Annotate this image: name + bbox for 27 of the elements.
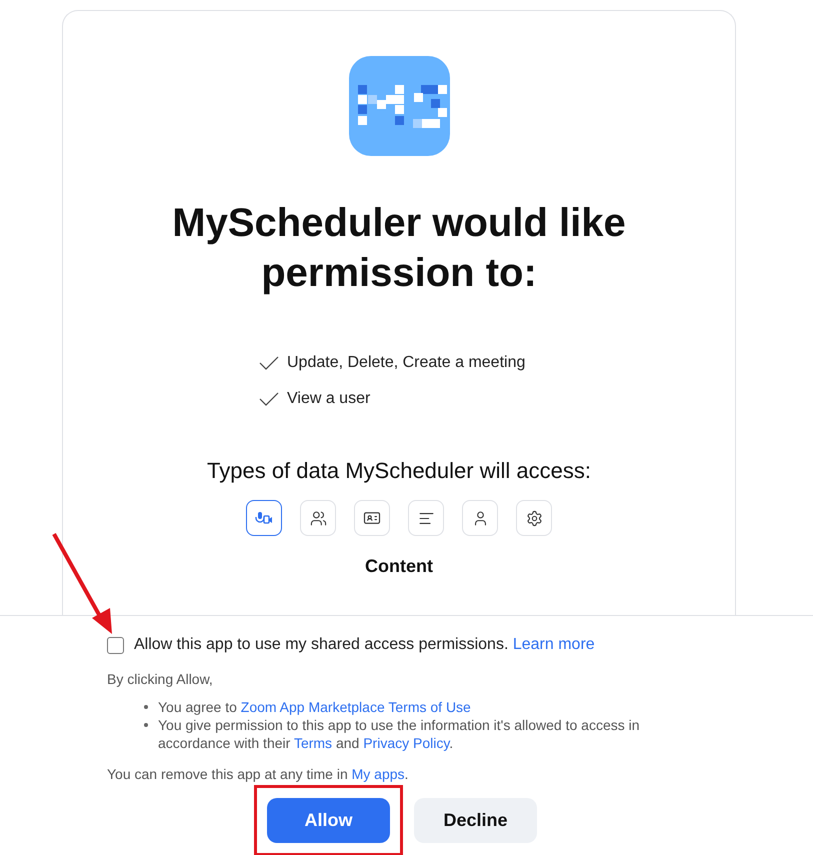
text-link[interactable]: Terms xyxy=(294,735,332,751)
text-link[interactable]: Privacy Policy xyxy=(363,735,450,751)
text-link[interactable]: Zoom App Marketplace Terms of Use xyxy=(240,699,471,715)
consent-text: Allow this app to use my shared access permissions. Learn more xyxy=(134,636,595,654)
intro-text: By clicking Allow, xyxy=(107,670,214,688)
learn-more-link[interactable]: Learn more xyxy=(512,636,595,653)
section-heading: Types of data MyScheduler will access: xyxy=(207,458,591,484)
bullet-text: You give permission to this app to use the information it's allowed to access in accordance with their Terms and Privacy Policy. xyxy=(158,716,641,752)
checkmark-icon xyxy=(259,356,279,370)
people-icon xyxy=(310,510,326,526)
video-audio-icon xyxy=(255,511,273,525)
page-title: MyScheduler would like permission to: xyxy=(171,200,627,297)
bullet-icon xyxy=(144,723,148,727)
removal-text: You can remove this app at any time in My apps. xyxy=(107,765,410,783)
bullet-text: You agree to Zoom App Marketplace Terms of Use xyxy=(158,698,471,716)
checkmark-icon xyxy=(259,392,279,406)
bullet-icon xyxy=(144,705,148,709)
data-type-label: Content xyxy=(365,556,433,577)
settings-icon xyxy=(526,510,542,526)
consent-checkbox[interactable] xyxy=(107,636,124,654)
app-logo-icon xyxy=(348,56,450,156)
allow-button[interactable]: Allow xyxy=(267,798,390,843)
permission-text: Update, Delete, Create a meeting xyxy=(287,354,526,372)
permission-text: View a user xyxy=(287,390,370,408)
text-link[interactable]: My apps xyxy=(352,766,405,782)
id-card-icon xyxy=(363,509,381,527)
decline-button[interactable]: Decline xyxy=(414,798,537,843)
